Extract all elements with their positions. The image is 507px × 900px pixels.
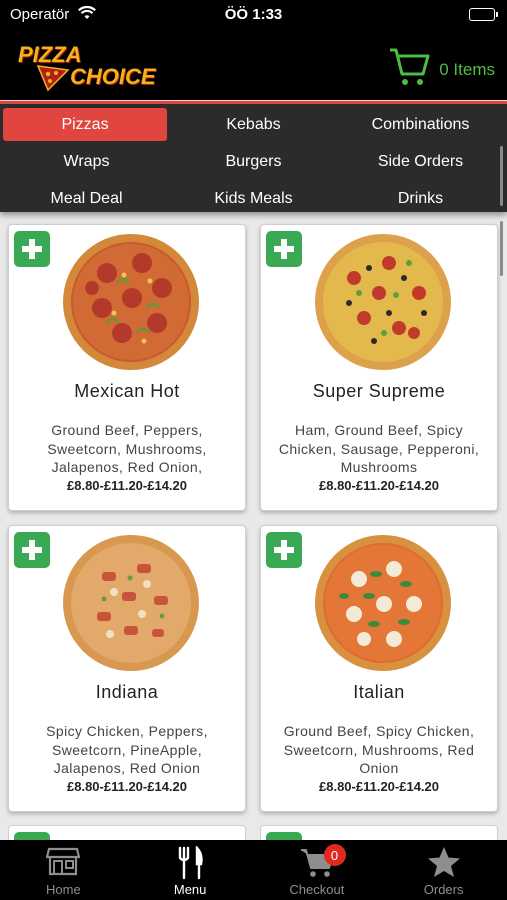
add-to-cart-button[interactable] [14,231,50,267]
product-card[interactable]: Super Supreme Ham, Ground Beef, Spicy Ch… [260,224,498,511]
add-to-cart-button[interactable] [266,832,302,840]
cart-badge: 0 [323,844,346,866]
app-header: PIZZA CHOICE 0 Items [0,30,507,100]
pizza-image [315,535,451,671]
category-combinations[interactable]: Combinations [337,106,504,143]
product-price: £8.80-£11.20-£14.20 [67,478,187,493]
page-scrollbar[interactable] [500,221,503,276]
product-card[interactable]: Mexican Hot Ground Beef, Peppers, Sweetc… [8,224,246,511]
tab-orders[interactable]: Orders [380,840,507,900]
tab-menu[interactable]: Menu [127,840,254,900]
category-scrollbar[interactable] [500,146,503,206]
category-kebabs[interactable]: Kebabs [170,106,337,143]
tab-home[interactable]: Home [0,840,127,900]
tab-label: Home [46,882,81,897]
category-pizzas[interactable]: Pizzas [3,108,167,141]
pizza-image [63,535,199,671]
category-side-orders[interactable]: Side Orders [337,143,504,180]
product-name: Indiana [95,682,159,702]
star-icon [427,847,460,877]
clock: ÖÖ 1:33 [224,6,283,23]
product-description: Ground Beef, Peppers, Sweetcorn, Mushroo… [47,422,207,475]
pizza-choice-logo[interactable]: PIZZA CHOICE [18,42,158,92]
product-name: Mexican Hot [74,381,180,401]
tab-label: Menu [173,882,207,897]
product-description: Spicy Chicken, Peppers, Sweetcorn, PineA… [46,723,208,776]
product-description: Ham, Ground Beef, Spicy Chicken, Sausage… [278,422,480,475]
product-card[interactable]: Indiana Spicy Chicken, Peppers, Sweetcor… [8,525,246,812]
tab-label: Checkout [289,882,345,897]
pizza-image [315,234,451,370]
tab-label: Orders [423,882,464,897]
category-wraps[interactable]: Wraps [3,143,170,180]
logo-text-line2: CHOICE [70,64,156,89]
category-menu: Pizzas Kebabs Combinations Wraps Burgers… [0,101,507,212]
product-card-partial[interactable] [8,825,246,840]
add-to-cart-button[interactable] [14,532,50,568]
tab-checkout[interactable]: 0 Checkout [254,840,381,900]
product-description: Ground Beef, Spicy Chicken, Sweetcorn, M… [283,723,475,776]
header-cart[interactable]: 0 Items [387,44,495,88]
battery-icon [469,8,498,21]
fork-knife-icon [178,846,203,880]
product-name: Super Supreme [312,381,446,401]
product-card[interactable]: Italian Ground Beef, Spicy Chicken, Swee… [260,525,498,812]
product-card-partial[interactable] [260,825,498,840]
cart-icon [390,48,430,85]
add-to-cart-button[interactable] [266,231,302,267]
category-burgers[interactable]: Burgers [170,143,337,180]
store-icon [46,847,81,876]
product-price: £8.80-£11.20-£14.20 [67,779,187,794]
product-price: £8.80-£11.20-£14.20 [319,779,439,794]
bottom-tab-bar: Home Menu 0 Checkout Orders [0,840,507,900]
pizza-image [63,234,199,370]
cart-item-count: 0 Items [439,60,495,79]
product-grid: Mexican Hot Ground Beef, Peppers, Sweetc… [0,212,507,840]
add-to-cart-button[interactable] [266,532,302,568]
product-name: Italian [353,682,405,702]
pizza-slice-icon [36,65,70,92]
product-price: £8.80-£11.20-£14.20 [319,478,439,493]
add-to-cart-button[interactable] [14,832,50,840]
status-bar: Operatör ÖÖ 1:33 [0,0,507,30]
